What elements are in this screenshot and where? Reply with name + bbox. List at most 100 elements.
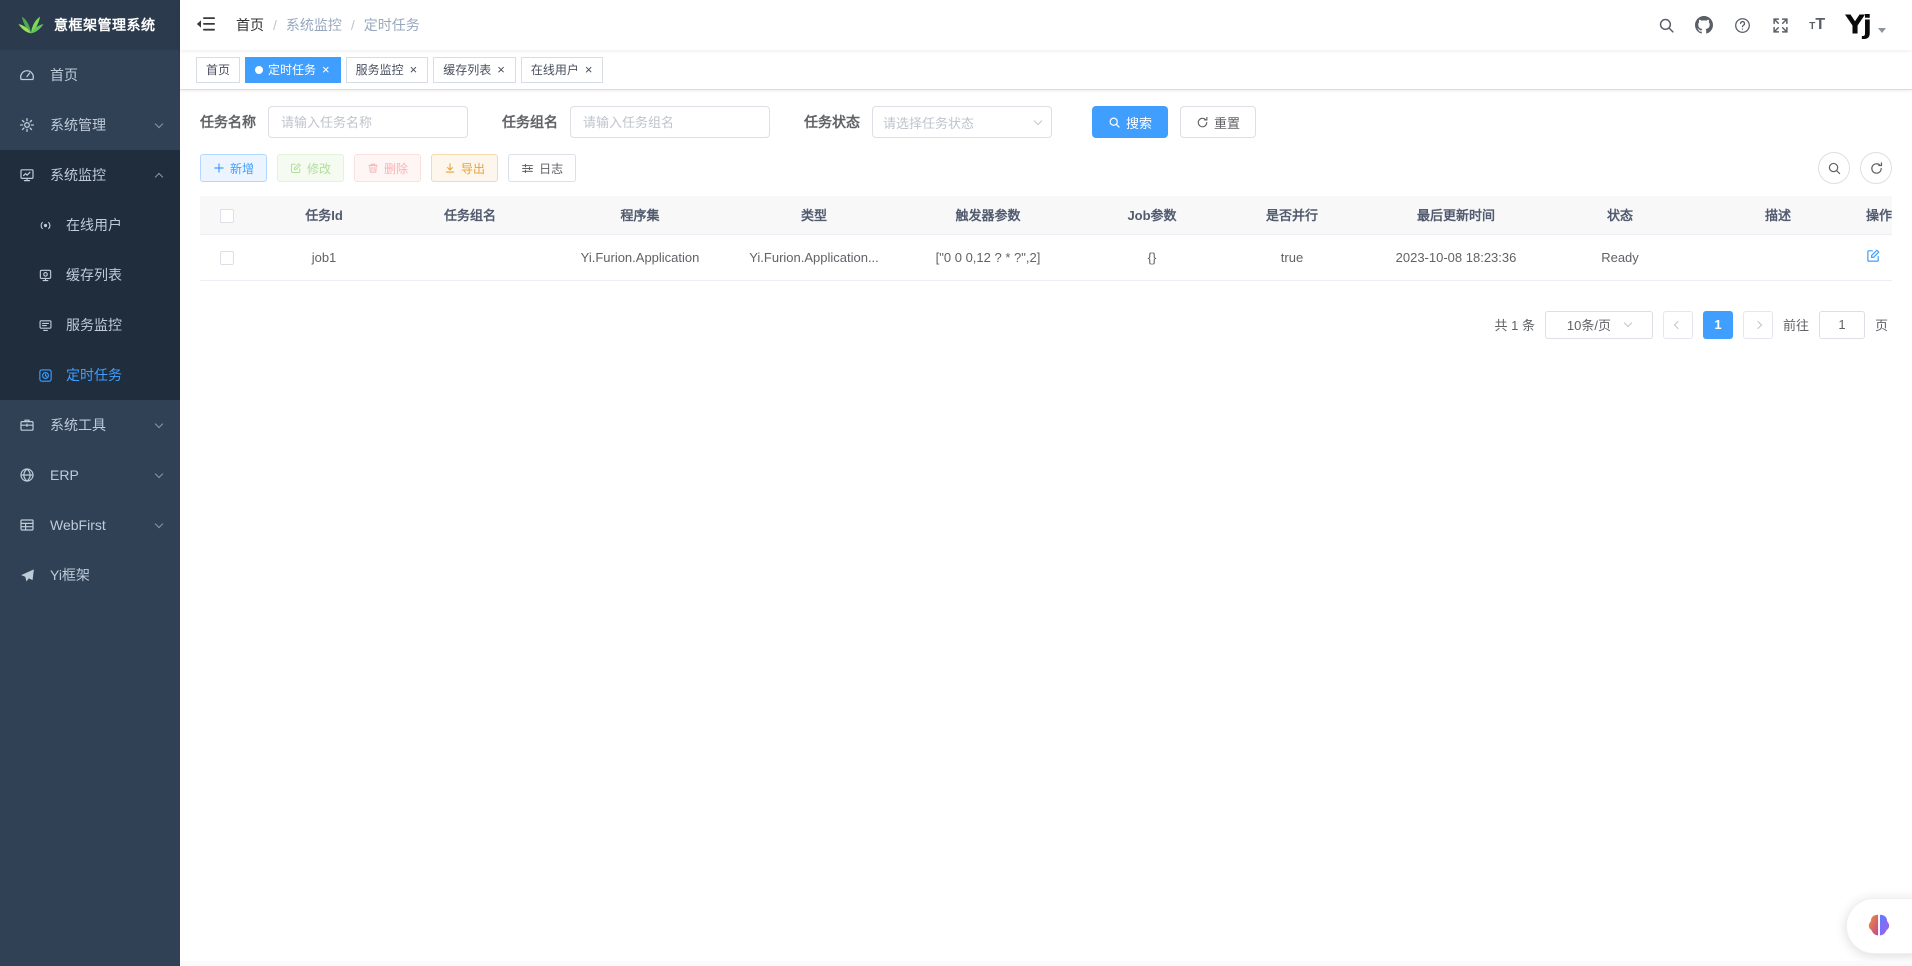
sidebar-item-label: 在线用户 [66,215,122,235]
github-icon[interactable] [1695,16,1713,34]
filter-task-status: 任务状态 请选择任务状态 [804,106,1052,138]
fullscreen-icon[interactable] [1771,16,1789,34]
export-button[interactable]: 导出 [431,154,498,182]
dashboard-icon [18,66,36,84]
reset-button[interactable]: 重置 [1180,106,1256,138]
tab-close-icon[interactable]: × [321,63,331,76]
reset-button-label: 重置 [1214,113,1240,132]
tab-close-icon[interactable]: × [584,63,594,76]
add-button-label: 新增 [230,160,254,177]
sidebar-item-webfirst[interactable]: WebFirst [0,500,180,550]
column-update-time: 最后更新时间 [1362,196,1550,234]
brain-icon [1864,911,1894,941]
search-button-label: 搜索 [1126,113,1152,132]
select-all-checkbox[interactable] [220,209,234,223]
page-content: 任务名称 任务组名 任务状态 请选择任务状态 搜索 [180,90,1912,966]
task-name-input[interactable] [268,106,468,138]
sidebar-item-home[interactable]: 首页 [0,50,180,100]
header-checkbox-cell [200,196,254,234]
sidebar-item-label: 系统工具 [50,415,106,435]
assistant-floating-button[interactable] [1846,898,1912,954]
tab-service-monitoring[interactable]: 服务监控 × [346,57,429,83]
cell-description [1690,234,1866,280]
sidebar-item-label: 系统管理 [50,115,106,135]
sidebar-item-online-users[interactable]: 在线用户 [0,200,180,250]
tab-online-users[interactable]: 在线用户 × [521,57,604,83]
pagination-total: 共 1 条 [1495,315,1535,334]
tab-scheduled-tasks[interactable]: 定时任务 × [245,57,341,83]
tab-close-icon[interactable]: × [496,63,506,76]
edit-button-label: 修改 [307,160,331,177]
cell-update-time: 2023-10-08 18:23:36 [1362,234,1550,280]
chevron-down-icon [155,119,163,127]
tab-cache-list[interactable]: 缓存列表 × [433,57,516,83]
navbar-right: TT Yj [1657,12,1896,39]
table-header-row: 任务Id 任务组名 程序集 类型 触发器参数 Job参数 是否并行 最后更新时间… [200,196,1892,234]
page-number-1[interactable]: 1 [1703,311,1733,339]
font-size-icon[interactable]: TT [1809,16,1825,34]
sidebar-item-system-management[interactable]: 系统管理 [0,100,180,150]
breadcrumb-home[interactable]: 首页 [236,15,264,35]
task-group-label: 任务组名 [502,112,558,132]
sidebar-item-yi-framework[interactable]: Yi框架 [0,550,180,600]
help-icon[interactable] [1733,16,1751,34]
grid-icon [18,516,36,534]
cell-task-id: job1 [254,234,394,280]
sidebar-item-erp[interactable]: ERP [0,450,180,500]
tab-label: 首页 [206,61,230,78]
page-size-select[interactable]: 10条/页 [1545,311,1653,339]
top-navbar: 首页 / 系统监控 / 定时任务 TT [180,0,1912,50]
sidebar-item-scheduled-tasks[interactable]: 定时任务 [0,350,180,400]
gear-icon [18,116,36,134]
caret-down-icon [1878,28,1886,33]
export-button-label: 导出 [461,160,485,177]
goto-page-input[interactable] [1819,311,1865,339]
chevron-down-icon [1034,116,1042,124]
header-search-icon[interactable] [1657,16,1675,34]
refresh-table-button[interactable] [1860,152,1892,184]
add-button[interactable]: 新增 [200,154,267,182]
breadcrumb-item: 定时任务 [364,15,420,35]
app-logo[interactable]: 意框架管理系统 [0,0,180,50]
sidebar-item-system-monitoring[interactable]: 系统监控 [0,150,180,200]
filter-form: 任务名称 任务组名 任务状态 请选择任务状态 搜索 [200,106,1892,138]
chevron-down-icon [155,469,163,477]
search-button[interactable]: 搜索 [1092,106,1168,138]
row-checkbox[interactable] [220,251,234,265]
edit-button[interactable]: 修改 [277,154,344,182]
cell-assembly: Yi.Furion.Application [546,234,734,280]
user-avatar[interactable]: Yj [1845,12,1886,39]
tasks-table: 任务Id 任务组名 程序集 类型 触发器参数 Job参数 是否并行 最后更新时间… [200,196,1892,281]
tab-label: 服务监控 [356,61,404,78]
sidebar: 意框架管理系统 首页 系统管理 [0,0,180,966]
sidebar-item-cache-list[interactable]: 缓存列表 [0,250,180,300]
tab-close-icon[interactable]: × [409,63,419,76]
sidebar-item-label: 系统监控 [50,165,106,185]
delete-button-label: 删除 [384,160,408,177]
horizontal-scrollbar[interactable] [180,961,1912,966]
sidebar-collapse-icon[interactable] [196,15,218,35]
prev-page-button[interactable] [1663,311,1693,339]
chevron-down-icon [1624,319,1632,327]
tab-home[interactable]: 首页 [196,57,240,83]
table-row[interactable]: job1 Yi.Furion.Application Yi.Furion.App… [200,234,1892,280]
row-actions [1866,248,1892,263]
delete-button[interactable]: 删除 [354,154,421,182]
task-status-select[interactable]: 请选择任务状态 [872,106,1052,138]
column-status: 状态 [1550,196,1690,234]
show-search-toggle-button[interactable] [1818,152,1850,184]
sidebar-item-service-monitoring[interactable]: 服务监控 [0,300,180,350]
globe-icon [18,466,36,484]
leaf-logo-icon [16,15,46,35]
sidebar-item-system-tools[interactable]: 系统工具 [0,400,180,450]
log-button[interactable]: 日志 [508,154,576,182]
active-dot [255,66,263,74]
task-group-input[interactable] [570,106,770,138]
next-page-button[interactable] [1743,311,1773,339]
page-size-value: 10条/页 [1567,315,1611,334]
cell-concurrent: true [1222,234,1362,280]
sidebar-item-label: Yi框架 [50,565,90,585]
row-edit-icon[interactable] [1866,248,1881,263]
sidebar-item-label: 定时任务 [66,365,122,385]
task-clock-icon [36,366,54,384]
